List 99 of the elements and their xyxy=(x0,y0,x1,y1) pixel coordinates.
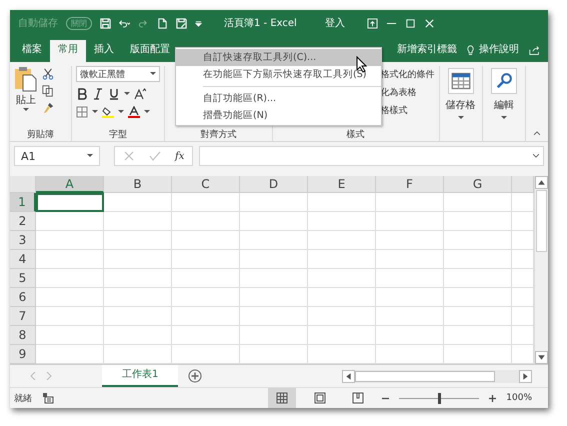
scrollbar-thumb[interactable] xyxy=(355,370,495,382)
paste-button[interactable]: 貼上 xyxy=(16,93,36,107)
status-text: 就緒 xyxy=(14,392,32,404)
grid-icon xyxy=(276,392,288,404)
ribbon-tab[interactable]: 新增索引標籤 xyxy=(389,40,465,62)
undo-icon[interactable] xyxy=(119,18,130,28)
fill-color-icon[interactable] xyxy=(102,106,114,118)
scroll-left-icon[interactable] xyxy=(342,370,355,382)
ribbon-display-icon[interactable] xyxy=(366,18,378,28)
column-header[interactable]: E xyxy=(308,176,376,193)
menu-item[interactable]: 自訂快速存取工具列(C)... xyxy=(176,49,381,66)
italic-icon[interactable] xyxy=(92,88,104,100)
scissors-icon[interactable] xyxy=(42,68,54,80)
plus-icon xyxy=(489,394,496,402)
cells-button[interactable]: 儲存格 xyxy=(446,98,476,112)
column-header[interactable]: A xyxy=(36,176,104,193)
row-header[interactable]: 7 xyxy=(10,307,36,326)
caret-icon[interactable] xyxy=(500,116,507,120)
ribbon-tab[interactable]: 檔案 xyxy=(14,40,50,62)
collapse-ribbon-icon[interactable] xyxy=(534,131,540,135)
clipboard-icon[interactable] xyxy=(14,66,38,92)
font-name-field[interactable]: 微軟正黑體 xyxy=(76,66,160,82)
row-header[interactable]: 6 xyxy=(10,288,36,307)
search-icon[interactable] xyxy=(490,68,517,94)
save-icon[interactable] xyxy=(100,18,111,28)
caret-icon[interactable] xyxy=(23,108,29,112)
column-header[interactable]: D xyxy=(240,176,308,193)
maximize-icon[interactable] xyxy=(404,18,416,28)
column-header[interactable]: B xyxy=(104,176,172,193)
row-header[interactable]: 2 xyxy=(10,212,36,231)
scroll-up-icon[interactable] xyxy=(535,176,548,189)
caret-icon[interactable] xyxy=(124,92,130,96)
row-header[interactable]: 8 xyxy=(10,326,36,345)
zoom-slider-thumb[interactable] xyxy=(438,392,442,404)
scrollbar-thumb[interactable] xyxy=(536,190,547,252)
formula-input[interactable] xyxy=(199,146,544,166)
font-color-icon[interactable] xyxy=(128,106,140,118)
grow-font-icon[interactable] xyxy=(134,88,146,100)
close-icon[interactable] xyxy=(424,18,435,28)
row-header[interactable]: 4 xyxy=(10,250,36,269)
group-label: 字型 xyxy=(108,128,128,141)
cancel-icon xyxy=(123,150,135,162)
checkmark-icon xyxy=(149,150,161,162)
zoom-level[interactable]: 100% xyxy=(506,393,532,403)
row-header[interactable]: 5 xyxy=(10,269,36,288)
caret-icon[interactable] xyxy=(92,110,98,114)
share-icon[interactable] xyxy=(529,45,540,56)
scroll-right-icon[interactable] xyxy=(519,370,532,382)
next-sheet-icon[interactable] xyxy=(46,372,52,380)
menu-item[interactable]: 摺疊功能區(N) xyxy=(176,107,381,124)
expand-icon[interactable] xyxy=(533,154,539,158)
sign-in-link[interactable]: 登入 xyxy=(324,16,345,30)
ribbon-tab[interactable]: 版面配置 xyxy=(122,40,178,62)
add-sheet-icon[interactable] xyxy=(188,369,202,383)
vertical-scrollbar[interactable] xyxy=(534,176,548,364)
zoom-in-button[interactable] xyxy=(489,394,496,402)
bold-icon[interactable] xyxy=(76,88,88,100)
horizontal-scrollbar[interactable] xyxy=(342,370,532,382)
column-header[interactable]: G xyxy=(444,176,512,193)
column-header[interactable]: F xyxy=(376,176,444,193)
autosave-label: 自動儲存 xyxy=(18,16,58,30)
window-title: 活頁簿1 - Excel xyxy=(224,17,297,30)
caret-icon[interactable] xyxy=(458,116,464,120)
group-label: 對齊方式 xyxy=(199,128,238,141)
row-header[interactable]: 9 xyxy=(10,345,36,364)
menu-item[interactable]: 在功能區下方顯示快速存取工具列(S) xyxy=(176,66,381,83)
sheet-tab[interactable]: 工作表1 xyxy=(102,365,178,387)
new-document-icon[interactable] xyxy=(157,18,168,28)
underline-icon[interactable] xyxy=(108,88,120,100)
menu-item[interactable]: 自訂功能區(R)... xyxy=(176,90,381,107)
save-as-icon[interactable] xyxy=(176,18,187,28)
grid-cell[interactable] xyxy=(36,193,104,212)
ribbon-tab[interactable]: 常用 xyxy=(50,40,86,62)
name-box[interactable]: A1 xyxy=(14,146,100,166)
borders-icon[interactable] xyxy=(76,106,88,118)
group-label: 剪貼簿 xyxy=(26,128,56,141)
row-header[interactable]: 1 xyxy=(10,193,36,212)
page-break-icon xyxy=(352,392,364,404)
scroll-down-icon[interactable] xyxy=(535,351,548,364)
tell-me-field[interactable]: 操作說明 xyxy=(476,40,525,62)
lightbulb-icon xyxy=(465,45,476,56)
macro-recording-icon[interactable] xyxy=(42,392,54,404)
caret-icon[interactable] xyxy=(118,110,124,114)
normal-view-button[interactable] xyxy=(268,388,296,408)
format-painter-icon[interactable] xyxy=(42,102,54,114)
previous-sheet-icon[interactable] xyxy=(30,372,36,380)
redo-icon xyxy=(138,18,149,28)
caret-icon[interactable] xyxy=(87,154,93,158)
editing-button[interactable]: 編輯 xyxy=(494,98,514,112)
table-icon[interactable] xyxy=(448,68,474,94)
row-header[interactable]: 3 xyxy=(10,231,36,250)
group-label: 樣式 xyxy=(346,128,366,141)
caret-icon[interactable] xyxy=(144,110,150,114)
ribbon-tab[interactable]: 插入 xyxy=(86,40,122,62)
caret-icon[interactable] xyxy=(150,72,156,76)
insert-function-button[interactable]: fx xyxy=(175,150,184,162)
column-header[interactable]: C xyxy=(172,176,240,193)
page-icon xyxy=(314,392,326,404)
copy-icon[interactable] xyxy=(42,85,54,97)
